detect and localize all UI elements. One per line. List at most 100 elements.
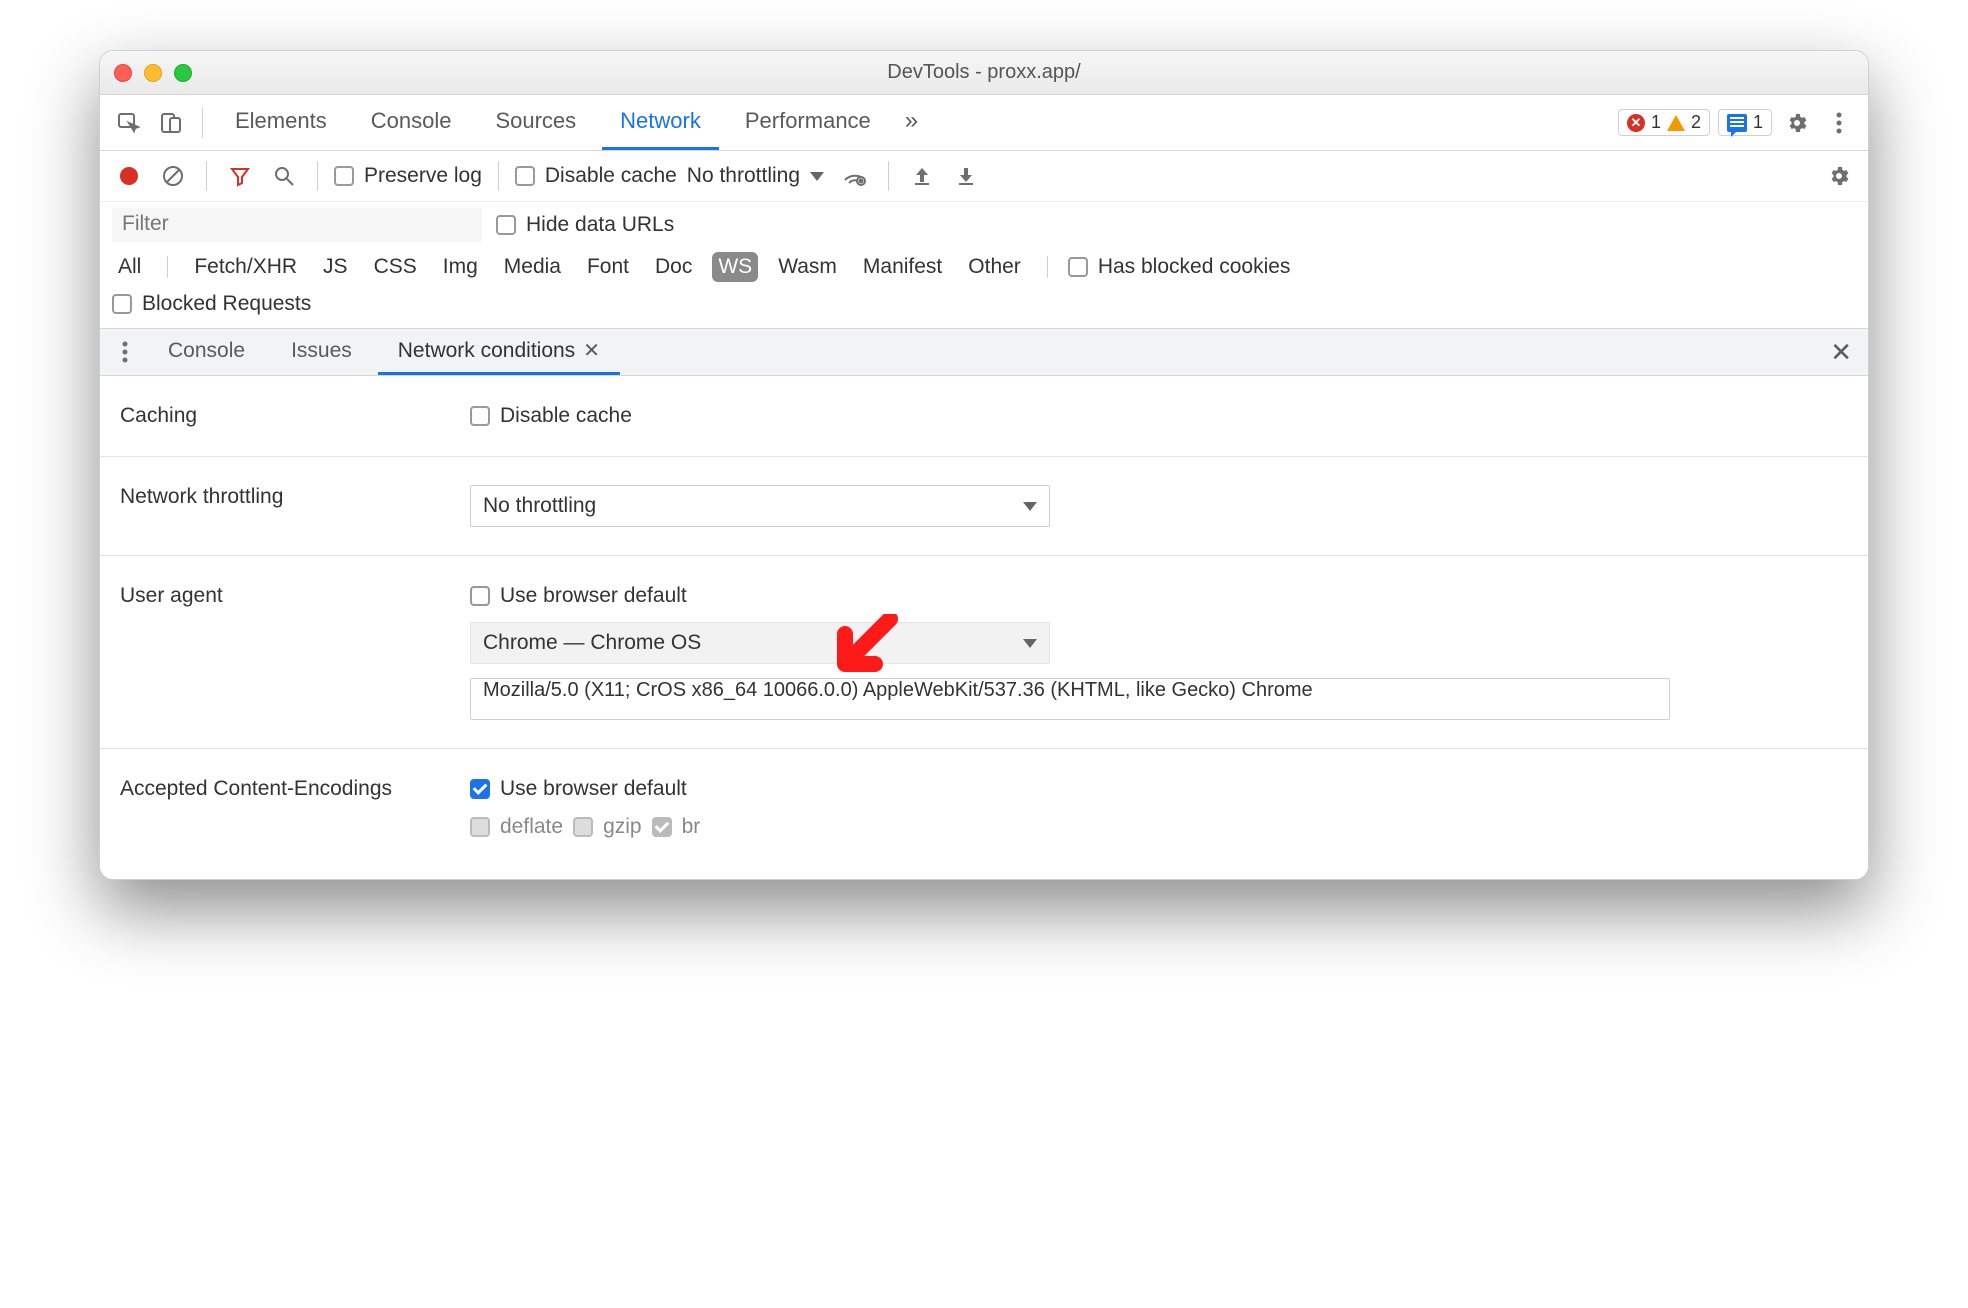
enc-options: deflate gzip br — [470, 815, 1848, 839]
filter-type-other[interactable]: Other — [962, 252, 1027, 282]
preserve-log-toggle[interactable]: Preserve log — [334, 164, 482, 188]
hide-data-urls-toggle[interactable]: Hide data URLs — [496, 213, 674, 237]
filter-type-all[interactable]: All — [112, 252, 147, 282]
hide-data-urls-checkbox[interactable] — [496, 215, 516, 235]
filter-type-manifest[interactable]: Manifest — [857, 252, 948, 282]
overflow-tabs-icon[interactable]: » — [897, 95, 926, 150]
network-toolbar: Preserve log Disable cache No throttling — [100, 151, 1868, 201]
drawer-tab-network-conditions[interactable]: Network conditions ✕ — [378, 329, 620, 375]
record-icon[interactable] — [112, 159, 146, 193]
tab-label: Performance — [745, 108, 871, 134]
filter-input[interactable]: Filter — [112, 208, 482, 242]
filter-type-img[interactable]: Img — [437, 252, 484, 282]
network-settings-icon[interactable] — [838, 159, 872, 193]
chevron-down-icon — [1023, 639, 1037, 648]
enc-gzip-checkbox — [573, 817, 593, 837]
preserve-log-checkbox[interactable] — [334, 166, 354, 186]
row-content-encodings: Accepted Content-Encodings Use browser d… — [100, 749, 1868, 839]
drawer-tab-issues[interactable]: Issues — [271, 329, 372, 375]
row-caching: Caching Disable cache — [100, 376, 1868, 457]
search-icon[interactable] — [267, 159, 301, 193]
settings-icon[interactable] — [1780, 106, 1814, 140]
drawer-tab-label: Issues — [291, 339, 352, 363]
enc-browser-default-checkbox[interactable] — [470, 779, 490, 799]
throttling-row-label: Network throttling — [120, 485, 450, 509]
filter-type-js[interactable]: JS — [317, 252, 354, 282]
tab-more: » — [905, 107, 918, 135]
enc-browser-default-toggle[interactable]: Use browser default — [470, 777, 1848, 801]
filter-type-media[interactable]: Media — [498, 252, 567, 282]
tab-performance[interactable]: Performance — [727, 95, 889, 150]
ua-browser-default-label: Use browser default — [500, 584, 687, 608]
ua-browser-default-checkbox[interactable] — [470, 586, 490, 606]
enc-row-label: Accepted Content-Encodings — [120, 777, 450, 801]
tab-elements[interactable]: Elements — [217, 95, 345, 150]
toolbar-settings-icon[interactable] — [1822, 159, 1856, 193]
warning-icon — [1667, 115, 1685, 131]
ua-string-value: Mozilla/5.0 (X11; CrOS x86_64 10066.0.0)… — [483, 679, 1313, 701]
issues-indicator[interactable]: 1 — [1718, 109, 1772, 136]
blocked-requests-toggle[interactable]: Blocked Requests — [112, 292, 311, 316]
divider — [1047, 256, 1048, 278]
inspect-element-icon[interactable] — [112, 106, 146, 140]
enc-deflate-label: deflate — [500, 815, 563, 839]
filter-type-fetchxhr[interactable]: Fetch/XHR — [188, 252, 303, 282]
window-title: DevTools - proxx.app/ — [100, 61, 1868, 84]
disable-cache-toggle[interactable]: Disable cache — [515, 164, 677, 188]
blocked-requests-checkbox[interactable] — [112, 294, 132, 314]
divider — [888, 161, 889, 191]
divider — [206, 161, 207, 191]
tab-console[interactable]: Console — [353, 95, 470, 150]
titlebar: DevTools - proxx.app/ — [100, 51, 1868, 95]
divider — [317, 161, 318, 191]
tab-sources[interactable]: Sources — [477, 95, 594, 150]
filter-type-font[interactable]: Font — [581, 252, 635, 282]
more-menu-icon[interactable] — [1822, 106, 1856, 140]
close-tab-icon[interactable]: ✕ — [583, 338, 600, 363]
throttling-dropdown[interactable]: No throttling — [687, 164, 828, 188]
chevron-down-icon — [1023, 502, 1037, 511]
tab-label: Network — [620, 108, 701, 134]
ua-browser-default-toggle[interactable]: Use browser default — [470, 584, 1848, 608]
drawer-tab-console[interactable]: Console — [148, 329, 265, 375]
filter-type-doc[interactable]: Doc — [649, 252, 698, 282]
caching-label: Caching — [120, 404, 450, 428]
ua-string-input[interactable]: Mozilla/5.0 (X11; CrOS x86_64 10066.0.0)… — [470, 678, 1670, 720]
disable-cache-checkbox[interactable] — [515, 166, 535, 186]
row-user-agent: User agent Use browser default Chrome — … — [100, 556, 1868, 749]
throttling-select-value: No throttling — [483, 494, 596, 518]
throttling-label: No throttling — [687, 164, 800, 188]
close-drawer-icon[interactable]: ✕ — [1822, 337, 1860, 368]
enc-gzip-label: gzip — [603, 815, 642, 839]
download-har-icon[interactable] — [949, 159, 983, 193]
panel-disable-cache-checkbox[interactable] — [470, 406, 490, 426]
filter-type-ws[interactable]: WS — [712, 252, 758, 282]
main-tabstrip: Elements Console Sources Network Perform… — [100, 95, 1868, 151]
filter-bar: Filter Hide data URLs All Fetch/XHR JS C… — [100, 201, 1868, 328]
network-conditions-panel: Caching Disable cache Network throttling… — [100, 376, 1868, 879]
drawer-tabstrip: Console Issues Network conditions ✕ ✕ — [100, 328, 1868, 376]
filter-type-css[interactable]: CSS — [368, 252, 423, 282]
filter-type-wasm[interactable]: Wasm — [772, 252, 843, 282]
enc-deflate-checkbox — [470, 817, 490, 837]
preserve-log-label: Preserve log — [364, 164, 482, 188]
has-blocked-cookies-toggle[interactable]: Has blocked cookies — [1068, 255, 1291, 279]
issues-icon — [1727, 114, 1747, 132]
divider — [167, 256, 168, 278]
has-blocked-cookies-label: Has blocked cookies — [1098, 255, 1291, 279]
throttling-select[interactable]: No throttling — [470, 485, 1050, 527]
errors-warnings-indicator[interactable]: ✕ 1 2 — [1618, 109, 1710, 136]
upload-har-icon[interactable] — [905, 159, 939, 193]
blocked-requests-label: Blocked Requests — [142, 292, 311, 316]
clear-icon[interactable] — [156, 159, 190, 193]
ua-select-value: Chrome — Chrome OS — [483, 631, 701, 655]
panel-disable-cache-toggle[interactable]: Disable cache — [470, 404, 1848, 428]
divider — [498, 161, 499, 191]
tab-label: Console — [371, 108, 452, 134]
filter-icon[interactable] — [223, 159, 257, 193]
ua-select[interactable]: Chrome — Chrome OS — [470, 622, 1050, 664]
has-blocked-cookies-checkbox[interactable] — [1068, 257, 1088, 277]
tab-network[interactable]: Network — [602, 95, 719, 150]
drawer-menu-icon[interactable] — [108, 335, 142, 369]
device-toolbar-icon[interactable] — [154, 106, 188, 140]
